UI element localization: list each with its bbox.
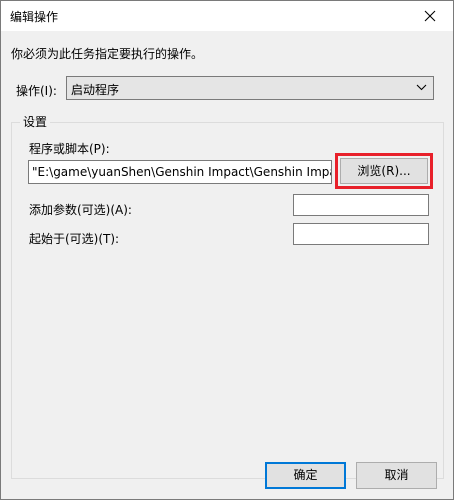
settings-legend: 设置 [20, 113, 51, 130]
highlight-annotation [335, 153, 433, 189]
program-label: 程序或脚本(P): [29, 142, 110, 156]
arguments-input[interactable] [293, 194, 429, 216]
dialog-title: 编辑操作 [10, 10, 59, 24]
cancel-button[interactable]: 取消 [356, 462, 437, 489]
action-dropdown[interactable]: 启动程序 [66, 76, 434, 100]
action-label: 操作(I): [16, 84, 57, 98]
arguments-label: 添加参数(可选)(A): [29, 203, 132, 217]
action-selected-value: 启动程序 [71, 83, 120, 97]
instruction-text: 你必须为此任务指定要执行的操作。 [11, 47, 204, 61]
close-button[interactable] [407, 1, 453, 31]
dialog-body: 你必须为此任务指定要执行的操作。 操作(I): 启动程序 设置 程序或脚本(P)… [1, 31, 453, 499]
chevron-down-icon [416, 84, 427, 91]
ok-button[interactable]: 确定 [265, 462, 346, 489]
close-icon [424, 10, 436, 22]
start-in-label: 起始于(可选)(T): [29, 232, 120, 246]
start-in-input[interactable] [293, 223, 429, 245]
edit-action-dialog: 编辑操作 你必须为此任务指定要执行的操作。 操作(I): 启动程序 设置 程序或… [0, 0, 454, 500]
title-bar: 编辑操作 [1, 1, 453, 31]
program-input[interactable]: "E:\game\yuanShen\Genshin Impact\Genshin… [28, 160, 332, 184]
